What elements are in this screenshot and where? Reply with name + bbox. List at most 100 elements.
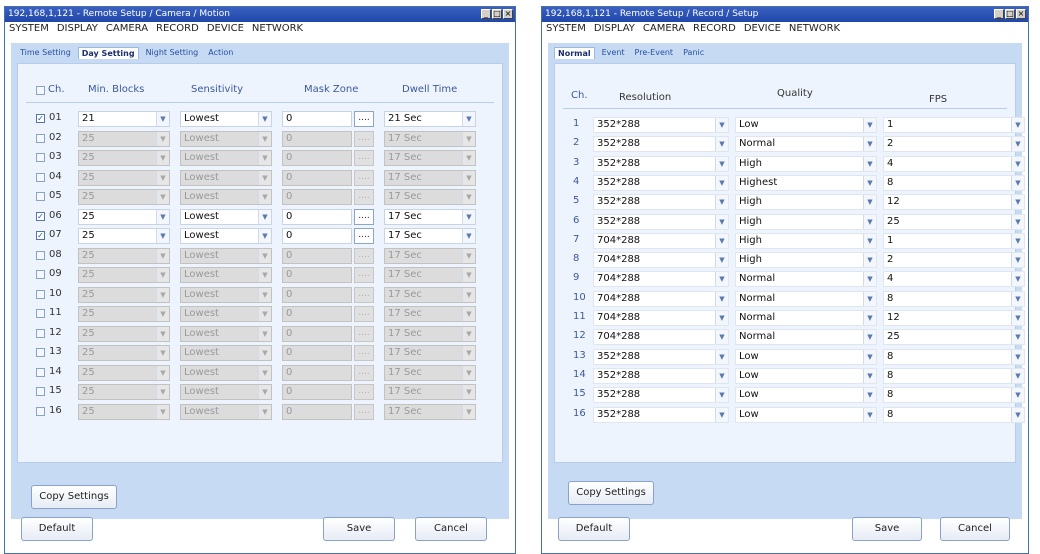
select-all-checkbox[interactable] <box>36 86 45 95</box>
sensitivity-select[interactable]: Lowest ▼ <box>180 364 272 381</box>
minimize-icon[interactable]: _ <box>994 9 1004 19</box>
sensitivity-select[interactable]: Lowest ▼ <box>180 208 272 225</box>
channel-checkbox[interactable] <box>36 348 45 357</box>
menu-item[interactable]: DEVICE <box>207 22 244 36</box>
channel-checkbox[interactable] <box>36 309 45 318</box>
tab-time-setting[interactable]: Time Setting <box>17 47 74 59</box>
dwell-time-select[interactable]: 17 Sec ▼ <box>384 189 476 205</box>
mask-zone-field[interactable]: 0 <box>282 364 352 381</box>
dwell-time-select[interactable]: 17 Sec ▼ <box>384 130 476 147</box>
fps-select[interactable]: 8 ▼ <box>883 387 1025 404</box>
resolution-select[interactable]: 352*288 ▼ <box>593 387 729 404</box>
channel-checkbox[interactable] <box>36 367 45 377</box>
mask-zone-field[interactable]: 0 <box>282 267 352 283</box>
quality-select[interactable]: Low ▼ <box>735 406 877 423</box>
channel-checkbox[interactable] <box>36 192 45 201</box>
dwell-time-select[interactable]: 17 Sec ▼ <box>384 150 476 166</box>
min-blocks-select[interactable]: 25 ▼ <box>78 384 170 400</box>
channel-checkbox[interactable] <box>36 406 45 416</box>
mask-zone-button[interactable]: .... <box>354 403 374 420</box>
min-blocks-select[interactable]: 25 ▼ <box>78 306 170 322</box>
tab-pre-event[interactable]: Pre-Event <box>632 47 677 59</box>
default-button[interactable]: Default <box>558 517 630 541</box>
resolution-select[interactable]: 704*288 ▼ <box>593 252 729 269</box>
channel-checkbox[interactable] <box>36 270 45 279</box>
mask-zone-field[interactable]: 0 <box>282 286 352 303</box>
quality-select[interactable]: Low ▼ <box>735 117 877 133</box>
dwell-time-select[interactable]: 21 Sec ▼ <box>384 111 476 127</box>
sensitivity-select[interactable]: Lowest ▼ <box>180 150 272 166</box>
menu-item[interactable]: CAMERA <box>643 22 685 36</box>
fps-select[interactable]: 8 ▼ <box>883 174 1025 191</box>
fps-select[interactable]: 2 ▼ <box>883 136 1025 153</box>
mask-zone-button[interactable]: .... <box>354 111 374 127</box>
mask-zone-field[interactable]: 0 <box>282 111 352 127</box>
fps-select[interactable]: 8 ▼ <box>883 290 1025 307</box>
resolution-select[interactable]: 352*288 ▼ <box>593 213 729 230</box>
dwell-time-select[interactable]: 17 Sec ▼ <box>384 306 476 322</box>
fps-select[interactable]: 8 ▼ <box>883 367 1025 384</box>
min-blocks-select[interactable]: 25 ▼ <box>78 286 170 303</box>
min-blocks-select[interactable]: 25 ▼ <box>78 228 170 244</box>
menu-item[interactable]: SYSTEM <box>546 22 586 36</box>
sensitivity-select[interactable]: Lowest ▼ <box>180 169 272 186</box>
resolution-select[interactable]: 352*288 ▼ <box>593 367 729 384</box>
mask-zone-field[interactable]: 0 <box>282 247 352 264</box>
dwell-time-select[interactable]: 17 Sec ▼ <box>384 403 476 420</box>
mask-zone-field[interactable]: 0 <box>282 384 352 400</box>
mask-zone-field[interactable]: 0 <box>282 403 352 420</box>
mask-zone-button[interactable]: .... <box>354 345 374 361</box>
dwell-time-select[interactable]: 17 Sec ▼ <box>384 169 476 186</box>
copy-settings-button[interactable]: Copy Settings <box>31 485 117 509</box>
quality-select[interactable]: Normal ▼ <box>735 290 877 307</box>
mask-zone-field[interactable]: 0 <box>282 325 352 342</box>
resolution-select[interactable]: 704*288 ▼ <box>593 329 729 346</box>
close-icon[interactable]: × <box>1016 9 1026 19</box>
mask-zone-field[interactable]: 0 <box>282 228 352 244</box>
fps-select[interactable]: 4 ▼ <box>883 155 1025 172</box>
mask-zone-field[interactable]: 0 <box>282 208 352 225</box>
resolution-select[interactable]: 352*288 ▼ <box>593 155 729 172</box>
mask-zone-field[interactable]: 0 <box>282 345 352 361</box>
fps-select[interactable]: 12 ▼ <box>883 310 1025 326</box>
channel-checkbox[interactable] <box>36 289 45 299</box>
sensitivity-select[interactable]: Lowest ▼ <box>180 384 272 400</box>
channel-checkbox[interactable] <box>36 387 45 396</box>
menu-item[interactable]: DEVICE <box>744 22 781 36</box>
min-blocks-select[interactable]: 25 ▼ <box>78 345 170 361</box>
menu-item[interactable]: CAMERA <box>106 22 148 36</box>
channel-checkbox[interactable]: ✓ <box>36 114 45 123</box>
mask-zone-button[interactable]: .... <box>354 228 374 244</box>
dwell-time-select[interactable]: 17 Sec ▼ <box>384 286 476 303</box>
mask-zone-field[interactable]: 0 <box>282 306 352 322</box>
dwell-time-select[interactable]: 17 Sec ▼ <box>384 208 476 225</box>
quality-select[interactable]: Low ▼ <box>735 367 877 384</box>
resolution-select[interactable]: 352*288 ▼ <box>593 348 729 365</box>
quality-select[interactable]: High ▼ <box>735 213 877 230</box>
resolution-select[interactable]: 704*288 ▼ <box>593 271 729 288</box>
menu-item[interactable]: DISPLAY <box>594 22 635 36</box>
mask-zone-button[interactable]: .... <box>354 325 374 342</box>
mask-zone-button[interactable]: .... <box>354 267 374 283</box>
dwell-time-select[interactable]: 17 Sec ▼ <box>384 325 476 342</box>
mask-zone-button[interactable]: .... <box>354 247 374 264</box>
sensitivity-select[interactable]: Lowest ▼ <box>180 228 272 244</box>
default-button[interactable]: Default <box>21 517 93 541</box>
mask-zone-field[interactable]: 0 <box>282 189 352 205</box>
dwell-time-select[interactable]: 17 Sec ▼ <box>384 267 476 283</box>
tab-day-setting[interactable]: Day Setting <box>77 47 139 59</box>
mask-zone-field[interactable]: 0 <box>282 150 352 166</box>
mask-zone-button[interactable]: .... <box>354 364 374 381</box>
min-blocks-select[interactable]: 25 ▼ <box>78 189 170 205</box>
channel-checkbox[interactable]: ✓ <box>36 211 45 221</box>
resolution-select[interactable]: 704*288 ▼ <box>593 232 729 249</box>
quality-select[interactable]: Low ▼ <box>735 348 877 365</box>
min-blocks-select[interactable]: 25 ▼ <box>78 364 170 381</box>
fps-select[interactable]: 25 ▼ <box>883 213 1025 230</box>
min-blocks-select[interactable]: 25 ▼ <box>78 325 170 342</box>
fps-select[interactable]: 4 ▼ <box>883 271 1025 288</box>
min-blocks-select[interactable]: 25 ▼ <box>78 169 170 186</box>
fps-select[interactable]: 8 ▼ <box>883 348 1025 365</box>
min-blocks-select[interactable]: 25 ▼ <box>78 150 170 166</box>
resolution-select[interactable]: 352*288 ▼ <box>593 194 729 211</box>
